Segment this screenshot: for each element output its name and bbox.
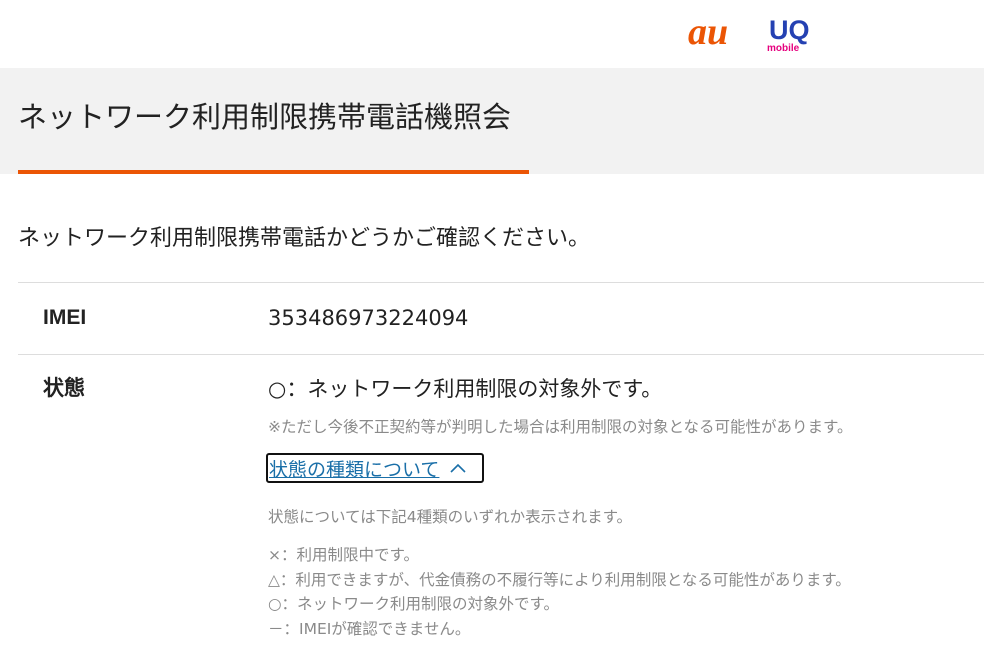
status-value: ○：ネットワーク利用制限の対象外です。 [268, 377, 663, 401]
page-title: ネットワーク利用制限携帯電話機照会 [18, 100, 512, 134]
divider-middle [18, 354, 984, 355]
site-header: au UQ mobile [0, 0, 984, 68]
chevron-up-icon [450, 463, 467, 473]
svg-text:UQ: UQ [769, 15, 810, 45]
intro-text: ネットワーク利用制限携帯電話かどうかご確認ください。 [18, 226, 591, 251]
imei-label: IMEI [43, 306, 87, 329]
status-type-item: ○：ネットワーク利用制限の対象外です。 [268, 595, 559, 613]
status-type-item: －：IMEIが確認できません。 [268, 619, 471, 638]
divider-top [18, 282, 984, 283]
status-label: 状態 [43, 377, 85, 400]
status-types-list: ×：利用制限中です。 △：利用できますが、代金債務の不履行等により利用制限となる… [268, 543, 851, 641]
svg-text:au: au [688, 11, 728, 52]
au-logo[interactable]: au [686, 8, 750, 52]
status-type-item: △：利用できますが、代金債務の不履行等により利用制限となる可能性があります。 [268, 570, 851, 589]
title-underline [18, 170, 529, 174]
status-note: ※ただし今後不正契約等が判明した場合は利用制限の対象となる可能性があります。 [268, 418, 853, 436]
imei-value: 353486973224094 [268, 306, 469, 330]
svg-text:mobile: mobile [767, 43, 800, 54]
status-types-description: 状態については下記4種類のいずれか表示されます。 [268, 508, 633, 526]
status-types-toggle[interactable]: 状態の種類について [266, 453, 484, 483]
status-types-toggle-label: 状態の種類について [269, 458, 440, 481]
uq-mobile-logo[interactable]: UQ mobile [764, 12, 816, 56]
status-type-item: ×：利用制限中です。 [268, 546, 419, 564]
